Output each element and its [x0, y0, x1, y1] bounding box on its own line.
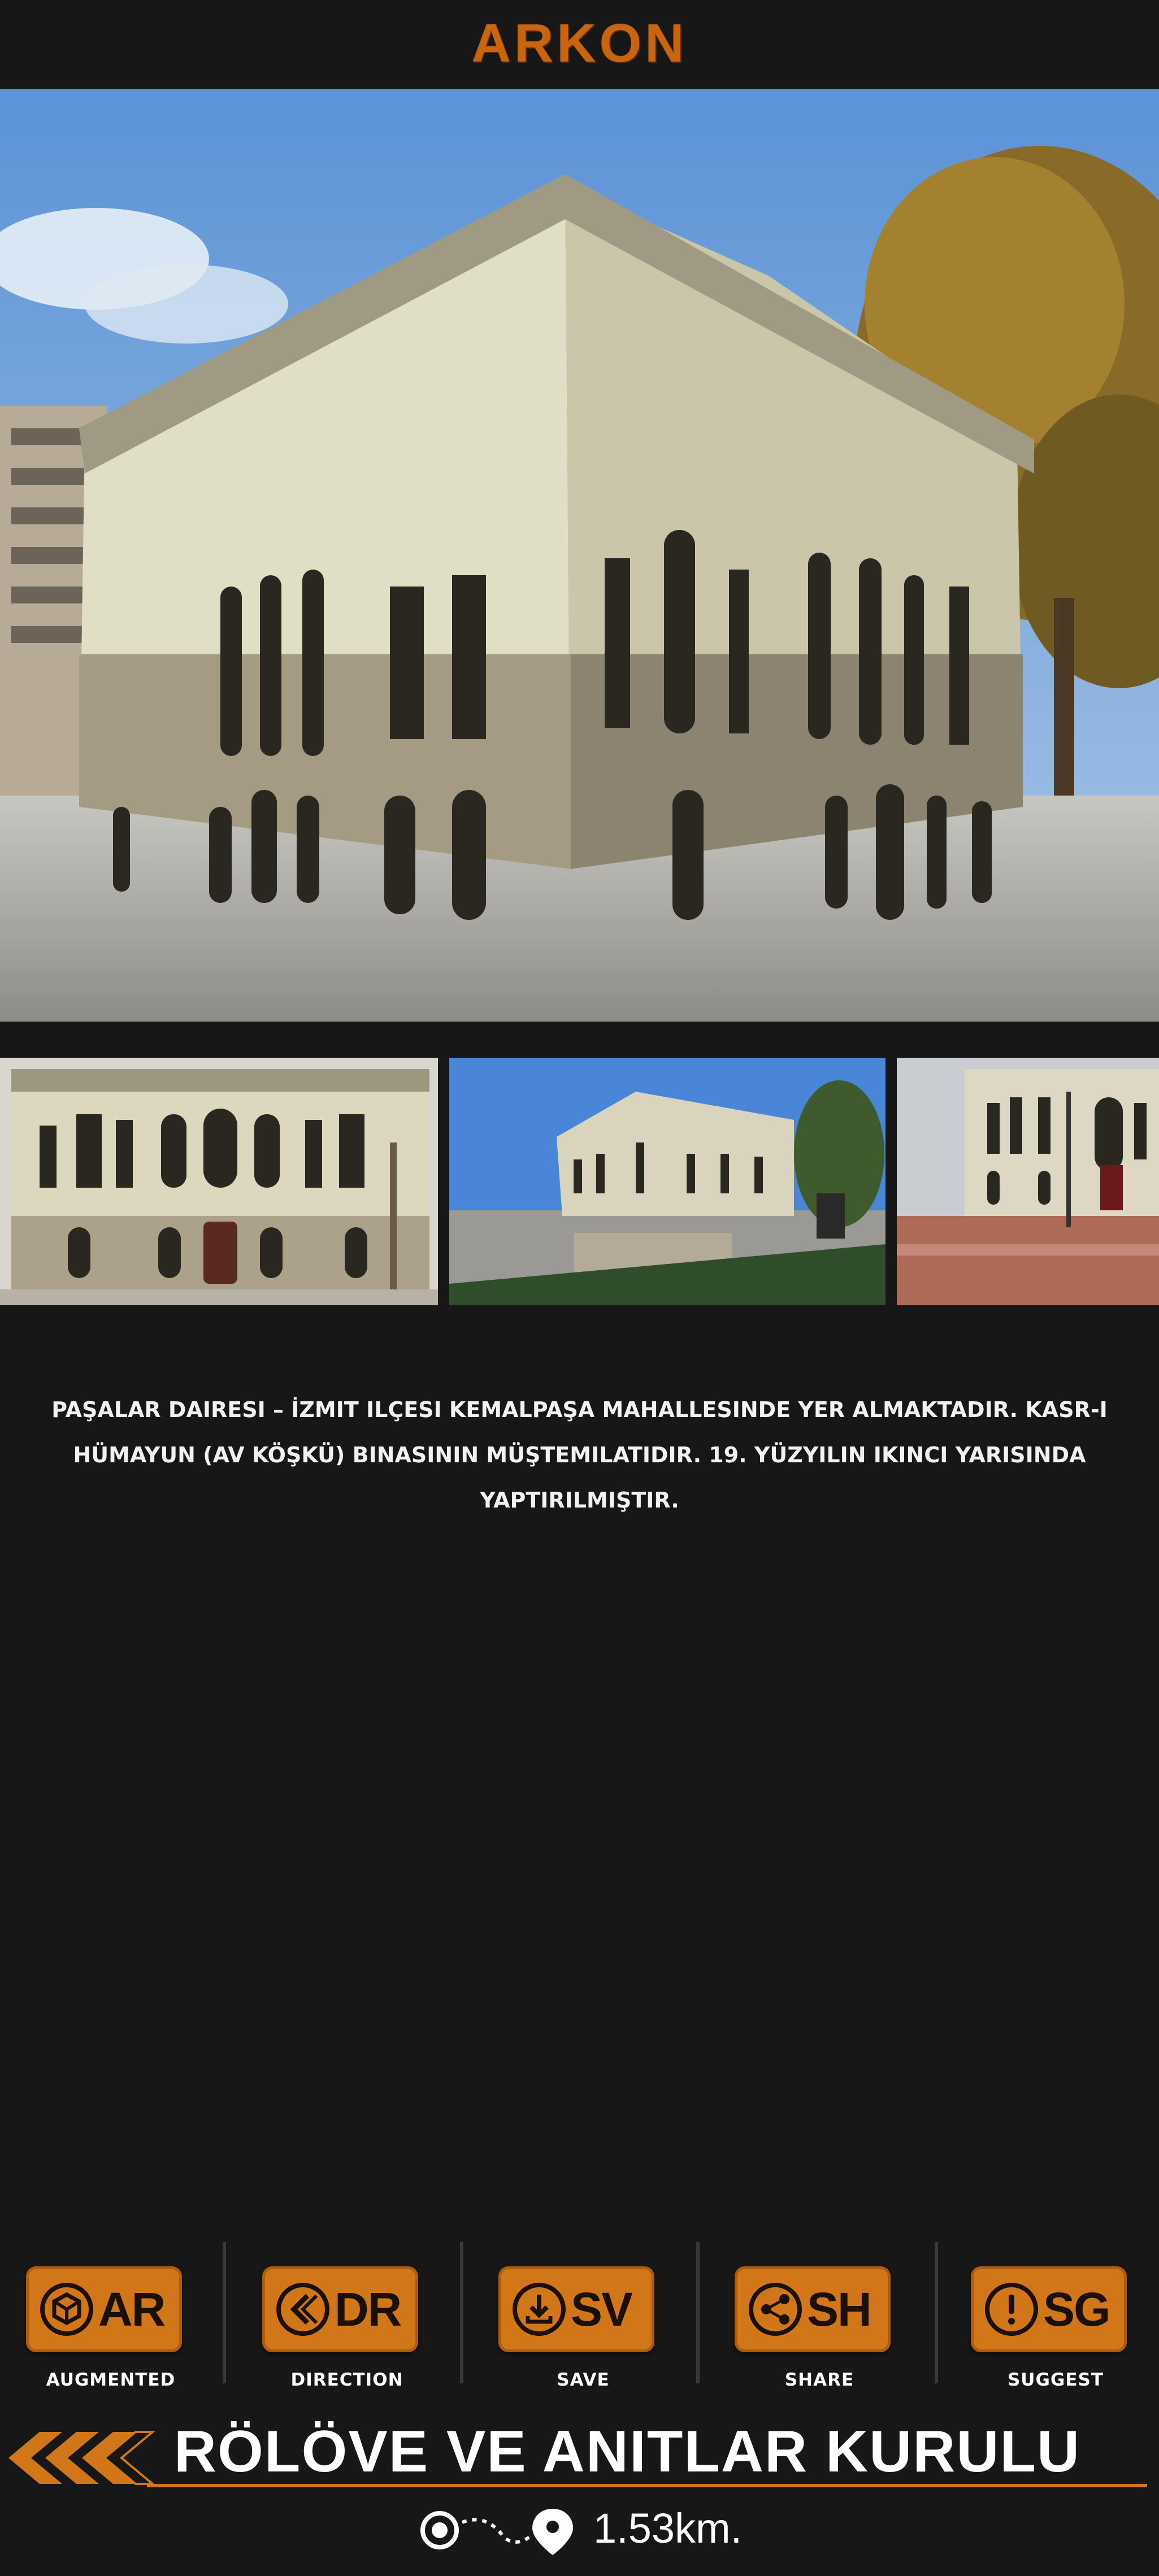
route-origin-icon [420, 2511, 459, 2549]
sv-abbr: SV [571, 2283, 633, 2336]
photo-gallery [0, 1058, 1159, 1305]
action-separator [696, 2242, 700, 2383]
chevron-left-circle-icon [276, 2283, 329, 2336]
sg-button[interactable]: SG [971, 2266, 1127, 2352]
route-indicator [420, 2509, 573, 2555]
sh-label: SHARE [784, 2370, 854, 2390]
dr-abbr: DR [335, 2283, 402, 2336]
share-icon [749, 2283, 802, 2336]
sv-button[interactable]: SV [498, 2266, 654, 2352]
direction-action: DR DIRECTION [252, 2260, 422, 2407]
thumbnail-wet-plaza-view[interactable] [897, 1058, 1159, 1305]
building-main-photo[interactable] [0, 89, 1159, 1022]
sh-abbr: SH [807, 2283, 872, 2336]
augmented-action: AR AUGMENTED [16, 2260, 185, 2407]
dr-label: DIRECTION [290, 2370, 403, 2390]
sg-abbr: SG [1043, 2283, 1110, 2336]
location-pin-icon [532, 2509, 573, 2555]
thumbnail-front-view[interactable] [0, 1058, 438, 1305]
thumbnail-plaza-view[interactable] [449, 1058, 885, 1305]
sg-label: SUGGEST [1007, 2370, 1104, 2390]
suggest-action: SG SUGGEST [961, 2260, 1130, 2407]
save-action: SV SAVE [488, 2260, 658, 2407]
app-header: ARKON [0, 0, 1159, 89]
share-action: SH SHARE [724, 2260, 894, 2407]
action-separator [460, 2242, 463, 2383]
app-title: ARKON [471, 13, 688, 73]
sh-button[interactable]: SH [735, 2266, 891, 2352]
footer-title: RÖLÖVE VE ANITLAR KURULU [173, 2419, 1081, 2484]
back-chevrons-icon[interactable] [8, 2431, 156, 2485]
ar-label: AUGMENTED [46, 2370, 176, 2390]
building-description: PAŞALAR DAIRESI – İZMIT ILÇESI KEMALPAŞA… [51, 1397, 1108, 1513]
cube-in-circle-icon [40, 2283, 93, 2336]
action-separator [223, 2242, 226, 2383]
distance-text: 1.53km. [593, 2505, 743, 2552]
ar-abbr: AR [98, 2283, 166, 2336]
hero-illustration [0, 89, 1159, 1022]
download-icon [513, 2283, 566, 2336]
dr-button[interactable]: DR [262, 2266, 418, 2352]
ar-button[interactable]: AR [26, 2266, 182, 2352]
exclamation-circle-icon [985, 2283, 1038, 2336]
sv-label: SAVE [557, 2370, 610, 2390]
route-path-icon [461, 2518, 532, 2544]
action-separator [935, 2242, 938, 2383]
